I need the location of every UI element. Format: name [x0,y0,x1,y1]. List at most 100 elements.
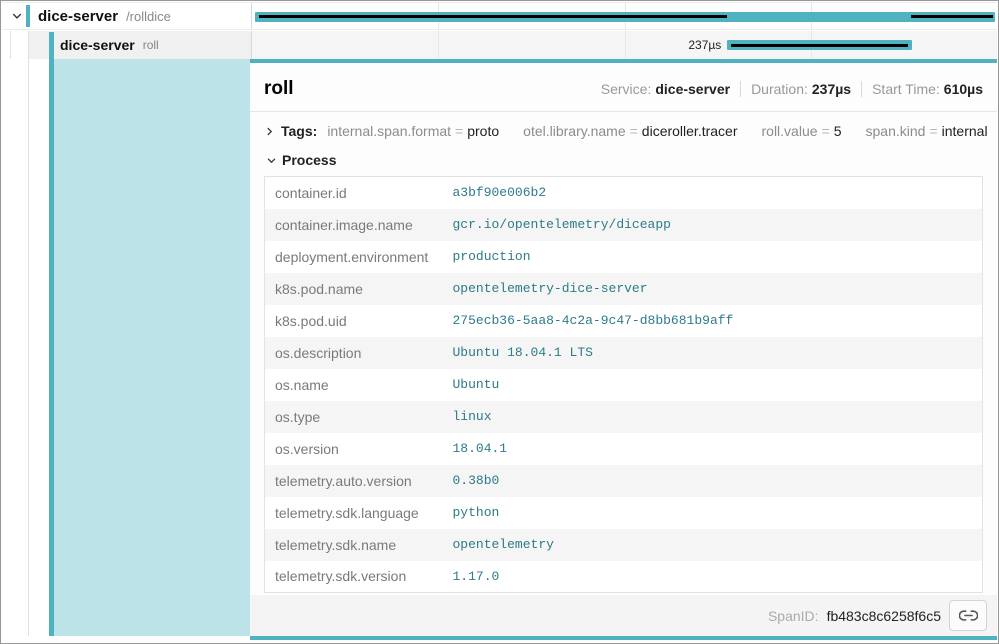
selected-span-backdrop [54,59,250,636]
attribute-value: opentelemetry-dice-server [443,273,983,305]
span-duration-label: 237µs [688,38,727,52]
timeline-cell: 237µs [251,31,997,59]
process-accordion-toggle[interactable]: Process [250,146,997,174]
table-row: deployment.environmentproduction [265,241,983,273]
table-row: container.ida3bf90e006b2 [265,177,983,209]
attribute-key: telemetry.sdk.version [265,561,443,593]
meta-start-time-value: 610µs [944,81,983,97]
span-row-child[interactable]: dice-server roll 237µs [2,31,997,59]
operation-name: roll [143,38,159,52]
tag-equals: = [630,123,638,139]
critical-path-segment [731,44,908,47]
process-label: Process [282,152,336,168]
service-name: dice-server [60,37,135,53]
tag-item: internal.span.format=proto [327,123,499,139]
span-name-cell[interactable]: dice-server /rolldice [2,3,251,29]
tag-value: diceroller.tracer [642,123,738,139]
trace-detail-window: dice-server /rolldice dice-server roll 2… [0,0,999,644]
attribute-value: gcr.io/opentelemetry/diceapp [443,209,983,241]
attribute-value: 1.17.0 [443,561,983,593]
span-row-parent[interactable]: dice-server /rolldice [2,2,997,30]
tag-key: otel.library.name [523,123,625,139]
attribute-key: k8s.pod.name [265,273,443,305]
attribute-key: os.name [265,369,443,401]
table-row: os.typelinux [265,401,983,433]
span-detail-footer: SpanID: fb483c8c6258f6c5 [250,595,997,636]
span-color-bar [26,5,30,27]
attribute-key: container.image.name [265,209,443,241]
meta-divider [740,81,741,97]
attribute-value: 275ecb36-5aa8-4c2a-9c47-d8bb681b9aff [443,305,983,337]
attribute-key: os.version [265,433,443,465]
process-attributes: container.ida3bf90e006b2 container.image… [250,174,997,593]
meta-start-time: Start Time:610µs [872,81,983,97]
attribute-value: 18.04.1 [443,433,983,465]
span-name-cell[interactable]: dice-server roll [2,31,251,59]
span-detail-title: roll [264,78,294,100]
attribute-key: telemetry.auto.version [265,465,443,497]
meta-service: Service:dice-server [601,81,730,97]
tag-key: span.kind [866,123,926,139]
child-span-bar[interactable] [727,40,912,50]
timeline-gridline [438,31,439,59]
attribute-key: telemetry.sdk.name [265,529,443,561]
tag-item: roll.value=5 [762,123,842,139]
tag-value: 5 [834,123,842,139]
parent-span-bar[interactable] [255,12,996,22]
meta-duration-value: 237µs [812,81,851,97]
attribute-key: container.id [265,177,443,209]
attribute-value: a3bf90e006b2 [443,177,983,209]
span-detail-header: roll Service:dice-server Duration:237µs … [250,63,997,112]
tag-value: internal [942,123,988,139]
indent-guide [10,31,11,59]
table-row: k8s.pod.uid275ecb36-5aa8-4c2a-9c47-d8bb6… [265,305,983,337]
meta-service-label: Service: [601,81,652,97]
attribute-value: production [443,241,983,273]
span-detail-meta: Service:dice-server Duration:237µs Start… [601,81,983,97]
table-row: telemetry.auto.version0.38b0 [265,465,983,497]
span-id-label: SpanID: [768,608,819,624]
attribute-value: python [443,497,983,529]
tag-key: internal.span.format [327,123,451,139]
attribute-key: telemetry.sdk.language [265,497,443,529]
meta-start-time-label: Start Time: [872,81,940,97]
table-row: os.descriptionUbuntu 18.04.1 LTS [265,337,983,369]
tag-key: roll.value [762,123,818,139]
service-name: dice-server [38,8,118,25]
timeline-cell [251,3,997,29]
attribute-value: opentelemetry [443,529,983,561]
copy-link-button[interactable] [949,600,987,631]
tag-equals: = [822,123,830,139]
span-id-value: fb483c8c6258f6c5 [827,608,941,624]
attribute-key: deployment.environment [265,241,443,273]
table-row: telemetry.sdk.version1.17.0 [265,561,983,593]
critical-path-segment [911,15,992,18]
tag-item: otel.library.name =diceroller.tracer [523,123,737,139]
span-detail-panel: roll Service:dice-server Duration:237µs … [250,59,997,640]
attribute-value: Ubuntu 18.04.1 LTS [443,337,983,369]
tag-item: span.kind=internal [866,123,988,139]
attribute-key: os.description [265,337,443,369]
tags-label: Tags: [281,123,317,139]
chevron-down-icon[interactable] [8,10,26,22]
process-table: container.ida3bf90e006b2 container.image… [264,176,983,593]
attribute-value: 0.38b0 [443,465,983,497]
table-row: container.image.namegcr.io/opentelemetry… [265,209,983,241]
chevron-down-icon [264,155,278,166]
indent-guide [28,31,29,636]
tags-accordion-toggle[interactable]: Tags: internal.span.format=proto otel.li… [250,112,997,146]
attribute-key: os.type [265,401,443,433]
meta-duration: Duration:237µs [751,81,851,97]
table-row: telemetry.sdk.languagepython [265,497,983,529]
operation-name: /rolldice [126,9,171,24]
tag-equals: = [455,123,463,139]
chevron-right-icon [264,126,275,137]
attribute-key: k8s.pod.uid [265,305,443,337]
table-row: os.version18.04.1 [265,433,983,465]
table-row: telemetry.sdk.nameopentelemetry [265,529,983,561]
attribute-value: linux [443,401,983,433]
tag-value: proto [467,123,499,139]
meta-divider [861,81,862,97]
critical-path-segment [259,15,728,18]
meta-duration-label: Duration: [751,81,808,97]
